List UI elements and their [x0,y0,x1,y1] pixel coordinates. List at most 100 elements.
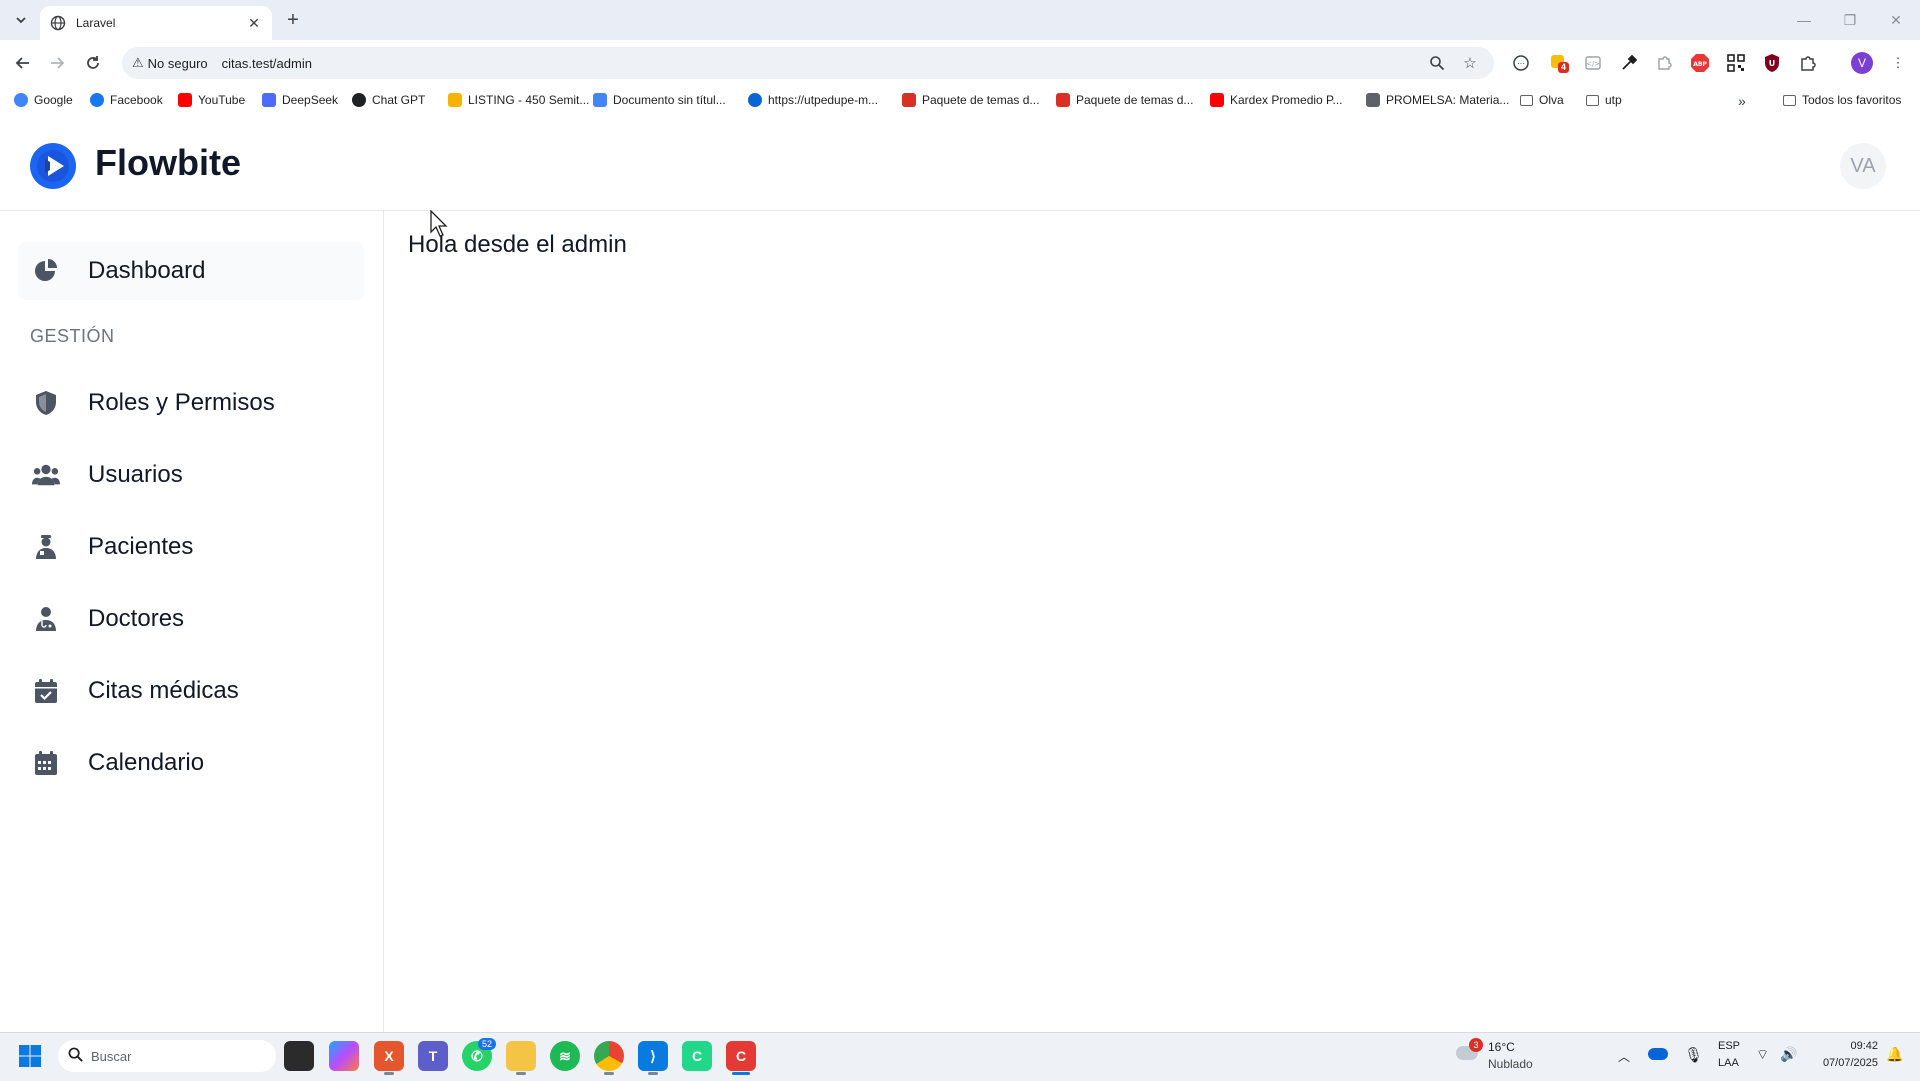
extensions-puzzle-icon[interactable] [1795,50,1821,76]
bookmark-item[interactable]: Chat GPT [352,90,425,110]
volume-icon[interactable]: 🔊 [1780,1046,1797,1063]
extension-badge: 4 [1561,62,1567,72]
back-button[interactable] [10,50,36,76]
sidebar-item-calendar[interactable]: Calendario [18,734,364,792]
sidebar-item-users[interactable]: Usuarios [18,446,364,504]
extension-badge-icon[interactable]: 4 [1546,50,1572,76]
sidebar-item-appointments[interactable]: Citas médicas [18,662,364,720]
shield-icon [32,389,60,417]
task-view-icon[interactable] [284,1041,314,1071]
flowbite-logo-icon[interactable] [30,143,76,189]
window-close-icon[interactable]: ✕ [1882,8,1910,32]
browser-menu-icon[interactable]: ⋮ [1885,50,1911,76]
tab-search-dropdown[interactable] [10,9,32,31]
bookmark-item[interactable]: Facebook [90,90,163,110]
teams-icon[interactable]: T [418,1041,448,1071]
bookmark-item[interactable]: DeepSeek [262,90,338,110]
bookmark-item[interactable]: PROMELSA: Materia... [1366,90,1509,110]
facebook-icon [90,93,104,107]
calendar-check-icon [32,677,60,705]
user-avatar[interactable]: VA [1840,143,1886,189]
deepseek-icon [262,93,276,107]
weather-condition[interactable]: Nublado [1488,1057,1533,1071]
extension-icon[interactable]: ⋯ [1508,50,1534,76]
restore-icon[interactable]: ❐ [1836,8,1864,32]
bookmarks-overflow-icon[interactable]: » [1738,93,1746,109]
zoom-icon[interactable] [1424,50,1450,76]
bookmark-item[interactable]: Paquete de temas d... [902,90,1039,110]
url-text[interactable]: citas.test/admin [222,56,312,71]
sidebar-item-patients[interactable]: Pacientes [18,518,364,576]
bookmark-item[interactable]: https://utpedupe-m... [748,90,878,110]
weather-temp[interactable]: 16°C [1488,1040,1515,1054]
reload-button[interactable] [80,50,106,76]
sidebar-item-label: Calendario [88,749,205,776]
folder-icon [1783,94,1796,106]
docs-icon [593,93,607,107]
sidebar-item-roles[interactable]: Roles y Permisos [18,374,364,432]
windows-start-icon[interactable] [18,1044,42,1068]
vscode-icon[interactable]: ⟩ [638,1041,668,1071]
bookmark-item[interactable]: Google [14,90,73,110]
xampp-icon[interactable]: X [374,1041,404,1071]
sidebar-item-doctors[interactable]: Doctores [18,590,364,648]
adblock-icon[interactable]: ABP [1687,50,1713,76]
qr-code-icon[interactable] [1723,50,1749,76]
pie-chart-icon [32,257,60,285]
warning-icon[interactable]: ⚠ [132,55,144,71]
puzzle-grey-icon[interactable] [1651,50,1677,76]
bookmark-item[interactable]: YouTube [178,90,245,110]
sidebar-item-dashboard[interactable]: Dashboard [18,242,364,300]
folder-icon [1520,94,1533,106]
file-explorer-icon[interactable] [506,1041,536,1071]
jetbrains-icon[interactable]: C [682,1041,712,1071]
bookmark-star-icon[interactable]: ☆ [1457,50,1483,76]
onedrive-icon [748,93,762,107]
forward-button[interactable] [44,50,70,76]
security-label[interactable]: No seguro [148,56,208,71]
new-tab-button[interactable]: + [282,9,304,31]
pdf-icon [1056,93,1070,107]
chatgpt-icon [352,93,366,107]
close-tab-icon[interactable]: ✕ [244,13,264,33]
wifi-icon[interactable]: ⌔ [1756,1046,1769,1064]
spotify-icon[interactable]: ≋ [550,1041,580,1071]
profile-avatar[interactable]: V [1849,50,1875,76]
microphone-icon[interactable]: 🎙 [1684,1046,1703,1064]
svg-text:ABP: ABP [1693,61,1707,68]
minimize-icon[interactable]: — [1790,8,1818,32]
language-line2[interactable]: LAA [1718,1057,1739,1069]
laravel-herd-icon[interactable]: C [726,1041,756,1071]
arrow-right-icon [51,57,65,69]
arrow-left-icon [15,57,29,69]
sidebar-item-label: Usuarios [88,461,183,488]
all-bookmarks-folder[interactable]: Todos los favoritos [1783,90,1901,110]
ublock-icon[interactable]: U [1759,50,1785,76]
bookmark-item[interactable]: Documento sin títul... [593,90,726,110]
bookmark-item[interactable]: LISTING - 450 Semit... [448,90,589,110]
address-bar[interactable]: ⚠ No seguro citas.test/admin [122,47,1494,79]
onedrive-icon[interactable] [1648,1048,1668,1060]
running-indicator [648,1072,658,1075]
bookmark-item[interactable]: Olva [1520,90,1564,110]
chevron-up-icon[interactable]: ︿ [1618,1048,1630,1065]
bookmark-item[interactable]: Kardex Promedio P... [1210,90,1343,110]
taskbar-search[interactable]: Buscar [58,1040,276,1072]
running-indicator [604,1072,614,1075]
browser-tab[interactable]: Laravel ✕ [40,6,272,40]
youtube-icon [178,93,192,107]
clock-time[interactable]: 09:42 [1848,1040,1878,1052]
bookmark-item[interactable]: utp [1586,90,1622,110]
globe-icon [50,15,66,31]
code-extension-icon[interactable]: </> [1580,50,1606,76]
brand-name[interactable]: Flowbite [95,142,241,184]
eyedropper-icon[interactable] [1616,50,1642,76]
language-line1[interactable]: ESP [1718,1040,1740,1052]
bookmark-item[interactable]: Paquete de temas d... [1056,90,1193,110]
chrome-icon[interactable] [594,1041,624,1071]
clock-date[interactable]: 07/07/2025 [1812,1057,1878,1069]
weather-badge: 3 [1469,1038,1483,1052]
running-indicator [384,1072,394,1075]
notifications-icon[interactable]: 🔔 [1886,1046,1903,1063]
copilot-icon[interactable] [329,1041,359,1071]
